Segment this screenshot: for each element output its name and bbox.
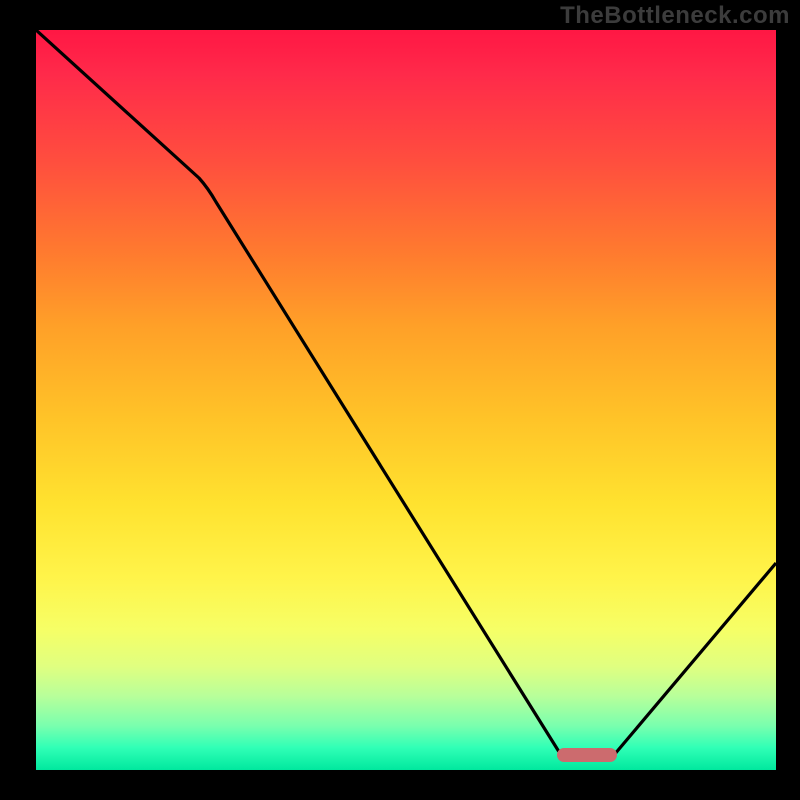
watermark-text: TheBottleneck.com (560, 2, 790, 30)
optimal-marker (557, 748, 617, 762)
curve-path (36, 30, 776, 755)
bottleneck-curve (36, 30, 776, 770)
plot-area (36, 30, 776, 770)
chart-frame: TheBottleneck.com (0, 0, 800, 800)
